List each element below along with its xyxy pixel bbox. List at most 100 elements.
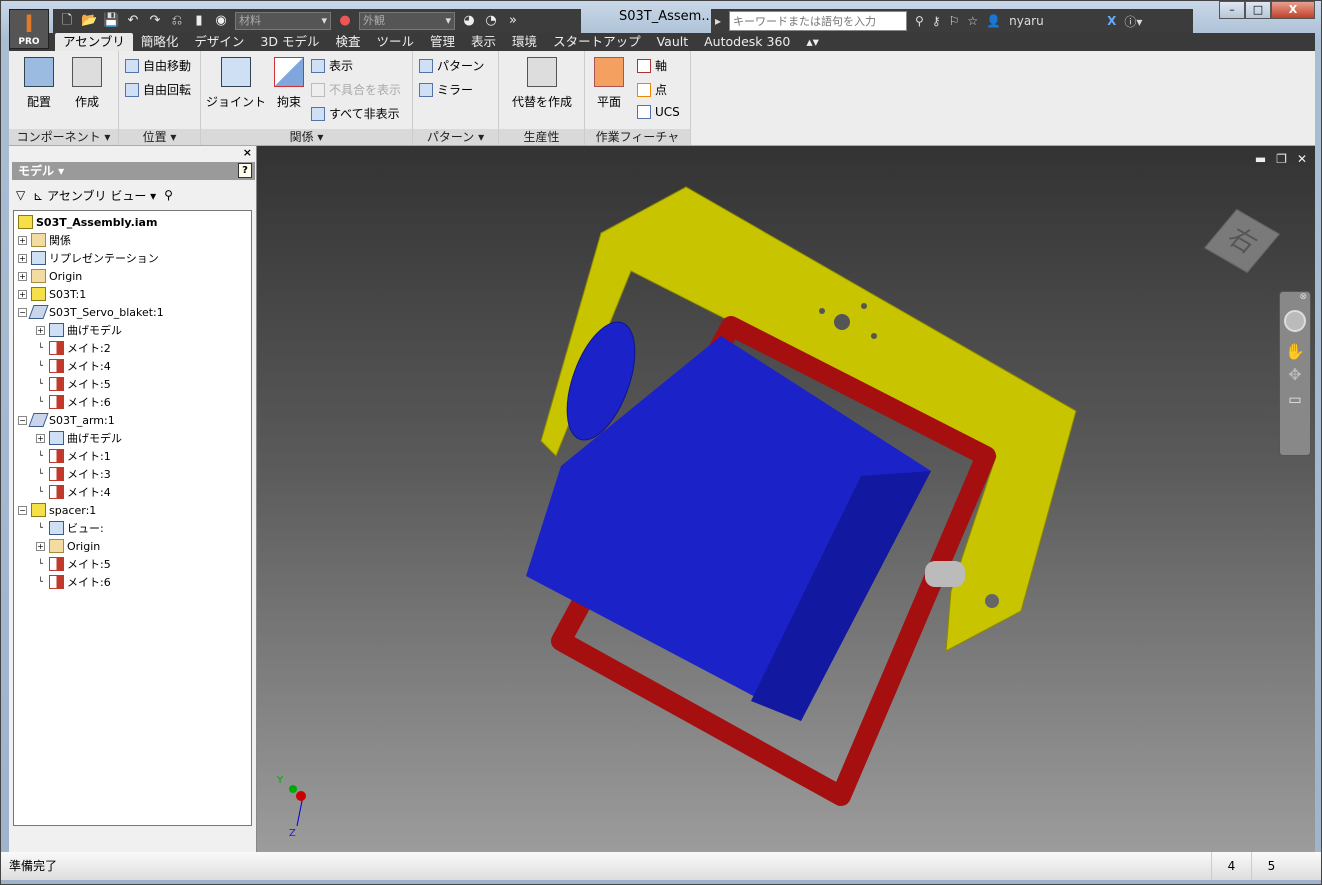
infocenter: ▸ ⚲ ⚷ ⚐ ☆ 👤 nyaru X ⓘ▾ [711, 9, 1193, 33]
show-sick-button[interactable]: 不具合を表示 [311, 81, 401, 98]
expand-icon[interactable]: ▸ [715, 14, 721, 28]
tree-node[interactable]: └ メイト:1 [14, 447, 251, 465]
tree-node[interactable]: └ メイト:6 [14, 573, 251, 591]
show-label: 表示 [329, 59, 354, 73]
tab-6[interactable]: 管理 [422, 33, 463, 51]
open-icon[interactable]: 📂 [81, 13, 97, 29]
expand-toggle[interactable]: − [18, 307, 27, 317]
substitute-button[interactable]: 代替を作成 [503, 57, 581, 110]
relationships-group-label[interactable]: 関係 ▾ [201, 129, 412, 145]
save-icon[interactable]: 💾 [103, 13, 119, 29]
undo-icon[interactable]: ↶ [125, 13, 141, 29]
tab-3[interactable]: 3D モデル [252, 33, 327, 51]
hide-all-button[interactable]: すべて非表示 [311, 105, 400, 122]
exchange-icon[interactable]: X [1107, 14, 1116, 28]
app-menu-button[interactable]: I PRO [9, 9, 49, 49]
tree-node[interactable]: └ メイト:5 [14, 375, 251, 393]
tree-node[interactable]: − spacer:1 [14, 501, 251, 519]
tab-2[interactable]: デザイン [186, 33, 252, 51]
tree-node[interactable]: └ メイト:3 [14, 465, 251, 483]
ucs-button[interactable]: UCS [637, 105, 680, 119]
point-button[interactable]: 点 [637, 81, 667, 98]
binoculars-icon[interactable]: ⚲ [915, 14, 924, 28]
expand-toggle[interactable]: − [18, 415, 27, 425]
view-selector[interactable]: ⊾ アセンブリ ビュー ▾ [33, 187, 156, 204]
user-name[interactable]: nyaru [1009, 14, 1099, 28]
tab-9[interactable]: スタートアップ [545, 33, 649, 51]
3d-viewport[interactable]: ▬ ❐ ✕ 右 ⊗ ✋ ✥ ▭ Y Z [257, 146, 1315, 852]
key-icon[interactable]: ⚷ [932, 14, 941, 28]
clear-appearance-icon[interactable]: ◔ [483, 13, 499, 29]
tab-8[interactable]: 環境 [504, 33, 545, 51]
new-icon[interactable]: 🗋 [59, 13, 75, 29]
show-button[interactable]: 表示 [311, 57, 353, 74]
plane-button[interactable]: 平面 [589, 57, 629, 110]
window-controls: – □ X [1219, 1, 1315, 19]
component-group-label[interactable]: コンポーネント ▾ [9, 129, 118, 145]
star-icon[interactable]: ☆ [967, 14, 978, 28]
tab-11[interactable]: Autodesk 360 [696, 33, 798, 51]
material-select[interactable]: 材料 [235, 12, 331, 30]
tree-node[interactable]: + リプレゼンテーション [14, 249, 251, 267]
ribbon-minimize-icon[interactable]: ▴▾ [798, 33, 827, 51]
tab-4[interactable]: 検査 [327, 33, 368, 51]
free-rotate-button[interactable]: 自由回転 [125, 81, 191, 98]
satellite-icon[interactable]: ⚐ [949, 14, 960, 28]
axis-button[interactable]: 軸 [637, 57, 667, 74]
maximize-button[interactable]: □ [1245, 1, 1271, 19]
expand-toggle[interactable]: + [18, 271, 27, 281]
expand-toggle[interactable]: + [36, 325, 45, 335]
expand-toggle[interactable]: − [18, 505, 27, 515]
expand-toggle[interactable]: + [36, 433, 45, 443]
free-move-button[interactable]: 自由移動 [125, 57, 191, 74]
help-icon[interactable]: ⓘ▾ [1124, 13, 1142, 30]
tree-node[interactable]: └ メイト:4 [14, 357, 251, 375]
place-button[interactable]: 配置 [19, 57, 59, 110]
tree-node[interactable]: └ メイト:6 [14, 393, 251, 411]
filter-icon[interactable]: ▽ [16, 188, 25, 202]
find-icon[interactable]: ⚲ [164, 188, 173, 202]
adjust-appearance-icon[interactable]: ◕ [461, 13, 477, 29]
axis-label: 軸 [655, 59, 668, 73]
tree-node[interactable]: └ メイト:4 [14, 483, 251, 501]
return-icon[interactable]: ⎌ [169, 13, 185, 29]
redo-icon[interactable]: ↷ [147, 13, 163, 29]
tab-1[interactable]: 簡略化 [133, 33, 187, 51]
tree-node[interactable]: − S03T_arm:1 [14, 411, 251, 429]
select-icon[interactable]: ▮ [191, 13, 207, 29]
close-button[interactable]: X [1271, 1, 1315, 19]
tree-node[interactable]: + 関係 [14, 231, 251, 249]
expand-toggle[interactable]: + [18, 235, 27, 245]
pattern-button[interactable]: パターン [419, 57, 484, 74]
browser-header[interactable]: モデル ▾? [12, 162, 255, 180]
tab-10[interactable]: Vault [649, 33, 697, 51]
help-icon[interactable]: ? [238, 163, 252, 178]
minimize-button[interactable]: – [1219, 1, 1245, 19]
appearance-select[interactable]: 外観 [359, 12, 455, 30]
tab-7[interactable]: 表示 [463, 33, 504, 51]
expand-toggle[interactable]: + [18, 289, 27, 299]
tree-node[interactable]: └ メイト:2 [14, 339, 251, 357]
position-group-label[interactable]: 位置 ▾ [119, 129, 200, 145]
mirror-button[interactable]: ミラー [419, 81, 473, 98]
tree-node[interactable]: + Origin [14, 537, 251, 555]
expand-toggle[interactable]: + [18, 253, 27, 263]
tree-node[interactable]: + S03T:1 [14, 285, 251, 303]
tree-node[interactable]: └ ビュー: [14, 519, 251, 537]
tree-node[interactable]: S03T_Assembly.iam [14, 213, 251, 231]
tree-node[interactable]: + Origin [14, 267, 251, 285]
pattern-group-label[interactable]: パターン ▾ [413, 129, 498, 145]
tab-5[interactable]: ツール [369, 33, 423, 51]
expand-toggle[interactable]: + [36, 541, 45, 551]
search-input[interactable] [729, 11, 908, 31]
constrain-button[interactable]: 拘束 [271, 57, 307, 110]
tree-node[interactable]: └ メイト:5 [14, 555, 251, 573]
tab-0[interactable]: アセンブリ [55, 33, 133, 51]
close-panel-icon[interactable]: × [243, 146, 252, 159]
tree-node[interactable]: + 曲げモデル [14, 429, 251, 447]
tree-node[interactable]: + 曲げモデル [14, 321, 251, 339]
tree-node[interactable]: − S03T_Servo_blaket:1 [14, 303, 251, 321]
more-icon[interactable]: » [505, 13, 521, 29]
joint-button[interactable]: ジョイント [205, 57, 267, 110]
create-button[interactable]: 作成 [67, 57, 107, 110]
